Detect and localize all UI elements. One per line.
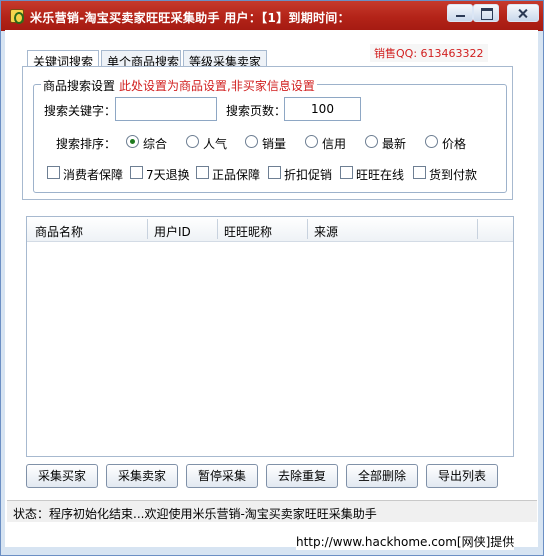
column-divider[interactable] [217, 219, 218, 239]
filter-checkbox-wangwang-online[interactable] [340, 166, 353, 179]
table-header: 商品名称 用户ID 旺旺昵称 来源 [27, 217, 513, 242]
filter-checkbox-genuine[interactable] [196, 166, 209, 179]
group-title-label: 商品搜索设置 [43, 79, 116, 93]
sort-option-label: 价格 [442, 137, 467, 151]
minimize-button[interactable] [447, 4, 473, 22]
pause-collect-button[interactable]: 暂停采集 [186, 464, 258, 488]
export-list-button[interactable]: 导出列表 [426, 464, 498, 488]
status-bar: 状态：程序初始化结束...欢迎使用米乐营销-淘宝买卖家旺旺采集助手 [7, 500, 537, 522]
pages-label: 搜索页数： [226, 104, 287, 118]
sort-radio-zonghe[interactable] [126, 135, 139, 148]
title-bar[interactable]: 米乐营销-淘宝买卖家旺旺采集助手 用户：【1】到期时间： [1, 1, 543, 31]
app-logo-icon [10, 9, 24, 24]
column-divider[interactable] [477, 219, 478, 239]
pages-input[interactable]: 100 [284, 97, 361, 121]
filter-label: 正品保障 [212, 168, 261, 182]
sort-option-label: 综合 [143, 137, 168, 151]
maximize-button[interactable] [473, 4, 499, 22]
column-divider[interactable] [147, 219, 148, 239]
sales-qq-label: 销售QQ: 613463322 [370, 44, 488, 62]
keyword-input[interactable] [115, 97, 217, 121]
sort-option-label: 销量 [262, 137, 287, 151]
sort-radio-xiaoliang[interactable] [245, 135, 258, 148]
column-header-user-id[interactable]: 用户ID [154, 223, 191, 240]
group-note: 此处设置为商品设置,非买家信息设置 [119, 79, 315, 93]
filter-label: 货到付款 [429, 168, 478, 182]
sort-radio-jiage[interactable] [425, 135, 438, 148]
window-title: 米乐营销-淘宝买卖家旺旺采集助手 用户：【1】到期时间： [30, 11, 350, 25]
filter-checkbox-7day-return[interactable] [130, 166, 143, 179]
sort-radio-xinyong[interactable] [305, 135, 318, 148]
group-title: 商品搜索设置 此处设置为商品设置,非买家信息设置 [41, 77, 317, 94]
sort-option-label: 最新 [382, 137, 407, 151]
sort-option-label: 信用 [322, 137, 347, 151]
filter-checkbox-consumer-protection[interactable] [47, 166, 60, 179]
close-button[interactable] [507, 4, 539, 22]
sort-label: 搜索排序： [56, 137, 117, 151]
sort-radio-zuixin[interactable] [365, 135, 378, 148]
collect-buyers-button[interactable]: 采集买家 [26, 464, 98, 488]
collect-sellers-button[interactable]: 采集卖家 [106, 464, 178, 488]
filter-checkbox-discount[interactable] [268, 166, 281, 179]
column-header-item-name[interactable]: 商品名称 [35, 223, 83, 240]
column-divider[interactable] [307, 219, 308, 239]
filter-label: 7天退换 [146, 168, 190, 182]
filter-label: 消费者保障 [63, 168, 124, 182]
watermark-text: http://www.hackhome.com[网侠]提供 [296, 533, 515, 550]
sort-radio-renqi[interactable] [186, 135, 199, 148]
results-table[interactable]: 商品名称 用户ID 旺旺昵称 来源 [26, 216, 514, 457]
filter-label: 旺旺在线 [356, 168, 405, 182]
remove-duplicates-button[interactable]: 去除重复 [266, 464, 338, 488]
status-text: 状态：程序初始化结束...欢迎使用米乐营销-淘宝买卖家旺旺采集助手 [13, 507, 377, 521]
filter-checkbox-cod[interactable] [413, 166, 426, 179]
sort-option-label: 人气 [203, 137, 228, 151]
column-header-source[interactable]: 来源 [314, 223, 338, 240]
delete-all-button[interactable]: 全部删除 [346, 464, 418, 488]
column-header-wangwang-nick[interactable]: 旺旺昵称 [224, 223, 272, 240]
filter-label: 折扣促销 [284, 168, 333, 182]
keyword-label: 搜索关键字： [44, 104, 117, 118]
